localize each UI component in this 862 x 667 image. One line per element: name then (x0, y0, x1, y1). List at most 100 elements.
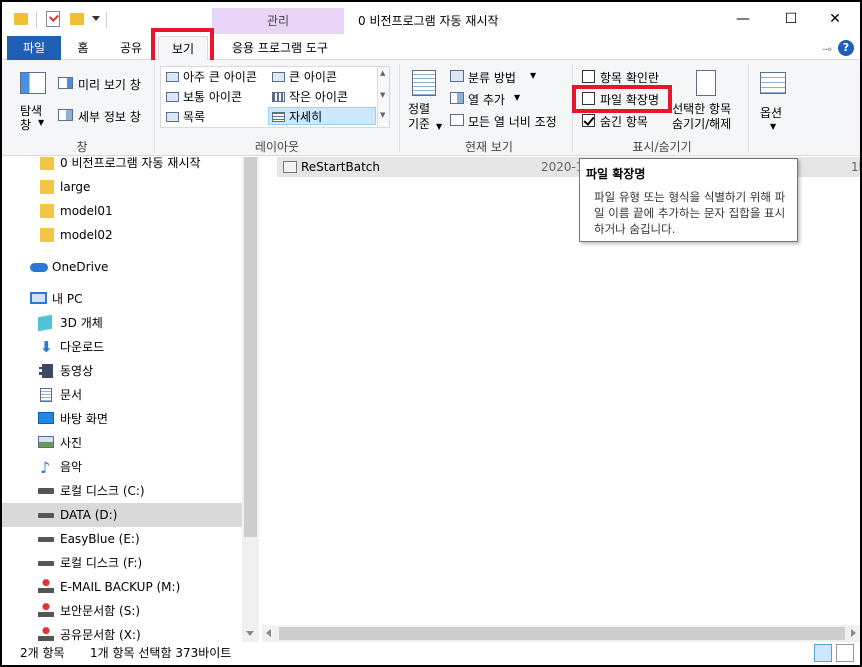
sidebar-item-this-pc[interactable]: 내 PC (2, 287, 242, 311)
sidebar-item-label: 동영상 (60, 364, 94, 378)
add-column-button[interactable]: 열 추가 ▼ (448, 89, 528, 107)
tab-file[interactable]: 파일 (7, 36, 61, 60)
sidebar-item[interactable]: ♪ 음악 (2, 455, 242, 479)
scrollbar-thumb[interactable] (244, 157, 257, 537)
sidebar-item[interactable]: 바탕 화면 (2, 407, 242, 431)
properties-icon[interactable] (46, 11, 60, 27)
expand-gallery-icon[interactable]: ▼ (380, 111, 385, 119)
sidebar-item-selected[interactable]: DATA (D:) (2, 503, 242, 527)
item-checkboxes-toggle[interactable]: 항목 확인란 (580, 68, 670, 86)
network-drive-icon (38, 579, 54, 593)
layout-item-label: 작은 아이콘 (289, 90, 349, 104)
sidebar-item-label: 0 비전프로그램 자동 재시작 (60, 157, 201, 170)
group-by-button[interactable]: 분류 방법 ▼ (448, 67, 538, 85)
pin-ribbon-icon[interactable]: ⊸ (822, 42, 832, 56)
sidebar-item[interactable]: 문서 (2, 383, 242, 407)
small-icons-icon (272, 92, 285, 102)
layout-gallery-scrollbar[interactable]: ▲ ▼ ▼ (377, 67, 389, 127)
navigation-pane: 0 비전프로그램 자동 재시작 large model01 model02 On… (2, 157, 242, 642)
sidebar-scrollbar[interactable] (242, 157, 259, 642)
tab-app-tools[interactable]: 응용 프로그램 도구 (216, 36, 344, 60)
sidebar-item[interactable]: 보안문서함 (S:) (2, 599, 242, 623)
item-checkboxes-checkbox[interactable] (582, 70, 595, 83)
details-pane-icon (58, 109, 73, 121)
scroll-right-icon[interactable] (851, 629, 856, 637)
scrollbar-thumb[interactable] (279, 627, 845, 640)
scroll-left-icon[interactable] (266, 629, 271, 637)
sort-by-label: 정렬 기준 (408, 102, 431, 131)
sidebar-item-label: EasyBlue (E:) (60, 532, 140, 546)
sidebar-item[interactable]: large (2, 175, 242, 199)
sidebar-item[interactable]: EasyBlue (E:) (2, 527, 242, 551)
sidebar-item-label: 바탕 화면 (60, 412, 108, 426)
options-button[interactable]: 옵션 ▼ (754, 66, 794, 136)
details-pane-label: 세부 정보 창 (78, 110, 141, 124)
sidebar-item[interactable]: 0 비전프로그램 자동 재시작 (2, 157, 242, 175)
tab-share[interactable]: 공유 (108, 36, 154, 60)
hidden-items-checkbox[interactable] (582, 114, 595, 127)
sidebar-item-label: model02 (60, 228, 113, 242)
maximize-button[interactable]: ☐ (776, 8, 806, 30)
layout-item-label: 큰 아이콘 (289, 70, 337, 84)
tab-manage-contextual[interactable]: 관리 (212, 8, 344, 34)
hide-selected-button[interactable]: 선택한 항목 숨기기/해제 (672, 66, 744, 138)
hidden-items-toggle[interactable]: 숨긴 항목 (580, 112, 670, 130)
nav-pane-button[interactable]: 탐색 창 ▼ (12, 66, 52, 136)
new-folder-icon[interactable] (70, 13, 84, 25)
group-by-label: 분류 방법 (468, 71, 516, 85)
extra-large-icons-icon (166, 72, 179, 82)
sidebar-item[interactable]: 3D 개체 (2, 311, 242, 335)
sidebar-item[interactable]: 공유문서함 (X:) (2, 623, 242, 642)
tooltip-description: 파일 유형 또는 형식을 식별하기 위해 파일 이름 끝에 추가하는 문자 집합… (594, 190, 786, 236)
ribbon-tabs: 파일 홈 공유 보기 응용 프로그램 도구 ⊸ ? (2, 36, 860, 60)
layout-details[interactable]: 자세히 (268, 107, 376, 125)
close-button[interactable]: ✕ (820, 8, 850, 30)
sidebar-item[interactable]: 동영상 (2, 359, 242, 383)
chevron-down-icon: ▼ (770, 122, 777, 131)
chevron-down-icon: ▼ (514, 93, 521, 102)
layout-gallery: 아주 큰 아이콘 큰 아이콘 보통 아이콘 작은 아이콘 목록 자세히 ▲ ▼ … (160, 66, 390, 128)
scroll-down-icon[interactable] (246, 631, 254, 636)
content-horizontal-scrollbar[interactable] (262, 625, 860, 642)
sidebar-item[interactable]: 로컬 디스크 (C:) (2, 479, 242, 503)
layout-small-icons[interactable]: 작은 아이콘 (269, 88, 377, 106)
file-name: ReStartBatch (301, 160, 380, 174)
folder-icon (40, 228, 54, 242)
fit-columns-button[interactable]: 모든 열 너비 조정 (448, 111, 568, 129)
sort-by-button[interactable]: 정렬 기준 ▼ (404, 66, 444, 136)
sidebar-item[interactable]: E-MAIL BACKUP (M:) (2, 575, 242, 599)
chevron-down-icon: ▼ (530, 71, 537, 80)
help-icon[interactable]: ? (838, 40, 854, 56)
layout-medium-icons[interactable]: 보통 아이콘 (163, 88, 267, 106)
layout-extra-large-icons[interactable]: 아주 큰 아이콘 (163, 68, 267, 86)
customize-toolbar-dropdown-icon[interactable] (92, 16, 100, 21)
network-drive-icon (38, 627, 54, 641)
sidebar-item[interactable]: model01 (2, 199, 242, 223)
layout-large-icons[interactable]: 큰 아이콘 (269, 68, 377, 86)
group-label-show-hide: 표시/숨기기 (632, 140, 692, 154)
sidebar-item[interactable]: 사진 (2, 431, 242, 455)
scroll-up-icon[interactable]: ▲ (380, 69, 385, 77)
sidebar-item-onedrive[interactable]: OneDrive (2, 255, 242, 279)
tooltip-title: 파일 확장명 (586, 167, 646, 181)
picture-icon (38, 436, 54, 448)
sidebar-item[interactable]: 로컬 디스크 (F:) (2, 551, 242, 575)
preview-pane-icon (58, 77, 73, 89)
layout-item-label: 보통 아이콘 (183, 90, 243, 104)
details-view-icon[interactable] (814, 644, 832, 662)
tab-home[interactable]: 홈 (68, 36, 98, 60)
divider (399, 64, 400, 152)
group-label-layout: 레이아웃 (254, 140, 300, 154)
minimize-button[interactable]: — (728, 8, 758, 30)
scroll-down-icon[interactable]: ▼ (380, 91, 385, 99)
sidebar-item[interactable]: ⬇ 다운로드 (2, 335, 242, 359)
sidebar-item-label: DATA (D:) (60, 508, 118, 522)
options-label: 옵션 (760, 106, 783, 120)
add-column-label: 열 추가 (468, 93, 505, 107)
layout-list[interactable]: 목록 (163, 108, 267, 126)
sidebar-item[interactable]: model02 (2, 223, 242, 247)
item-checkboxes-label: 항목 확인란 (600, 71, 660, 85)
large-icons-view-icon[interactable] (836, 644, 854, 662)
preview-pane-button[interactable]: 미리 보기 창 (56, 74, 152, 92)
details-pane-button[interactable]: 세부 정보 창 (56, 106, 152, 124)
